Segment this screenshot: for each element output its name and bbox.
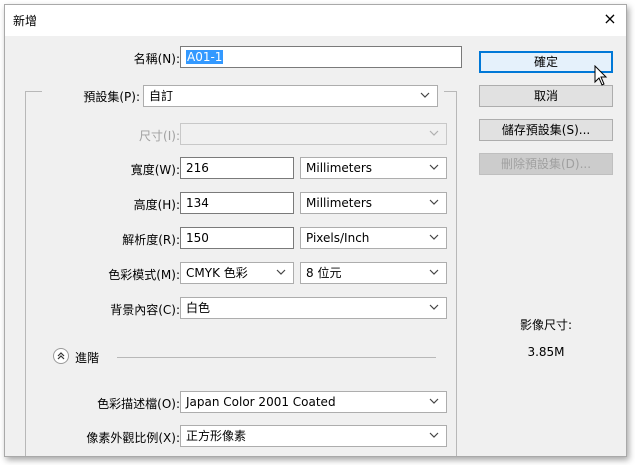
chevron-down-icon (429, 158, 441, 178)
new-document-dialog: 新增 × 名稱(N): A01-1 預設集(P): 自訂 尺寸(I): 寬度(W… (4, 4, 627, 457)
close-button[interactable]: × (598, 7, 622, 31)
chevron-down-icon (429, 193, 441, 213)
title-bar[interactable]: 新增 × (5, 5, 626, 36)
color-profile-dropdown[interactable]: Japan Color 2001 Coated (180, 391, 447, 413)
preset-dropdown[interactable]: 自訂 (143, 85, 438, 107)
advanced-separator (117, 357, 436, 358)
size-dropdown (180, 123, 447, 145)
color-profile-value: Japan Color 2001 Coated (186, 395, 336, 409)
pixel-aspect-value: 正方形像素 (186, 429, 247, 443)
width-unit-value: Millimeters (306, 161, 373, 175)
background-value: 白色 (186, 301, 211, 315)
width-field[interactable]: 216 (180, 157, 294, 179)
preset-frame-top-left (25, 91, 42, 92)
name-label: 名稱(N): (133, 52, 180, 66)
size-label: 尺寸(I): (139, 129, 180, 143)
chevron-down-icon (429, 228, 441, 248)
advanced-toggle-button[interactable] (53, 348, 69, 364)
chevron-down-icon (429, 298, 441, 318)
window-title: 新增 (13, 14, 38, 28)
resolution-field[interactable]: 150 (180, 227, 294, 249)
bit-depth-dropdown[interactable]: 8 位元 (300, 262, 447, 284)
chevron-down-icon (429, 392, 441, 412)
cancel-button[interactable]: 取消 (479, 85, 613, 107)
image-size-value: 3.85M (527, 345, 565, 359)
dialog-body: 名稱(N): A01-1 預設集(P): 自訂 尺寸(I): 寬度(W): 21… (5, 36, 626, 456)
height-unit-dropdown[interactable]: Millimeters (300, 192, 447, 214)
chevron-down-icon (420, 86, 432, 106)
chevron-down-icon (276, 263, 288, 283)
preset-frame-right (456, 91, 457, 456)
delete-preset-button: 刪除預設集(D)... (479, 153, 613, 175)
resolution-unit-dropdown[interactable]: Pixels/Inch (300, 227, 447, 249)
resolution-unit-value: Pixels/Inch (306, 231, 370, 245)
color-mode-label: 色彩模式(M): (108, 268, 180, 282)
height-label: 高度(H): (133, 198, 180, 212)
resolution-label: 解析度(R): (122, 233, 180, 247)
name-field[interactable]: A01-1 (180, 46, 462, 68)
name-value: A01-1 (186, 50, 224, 64)
width-unit-dropdown[interactable]: Millimeters (300, 157, 447, 179)
chevron-down-icon (429, 263, 441, 283)
pixel-aspect-label: 像素外觀比例(X): (86, 431, 180, 445)
mouse-pointer-icon (594, 65, 608, 86)
chevron-down-icon (429, 124, 441, 144)
background-label: 背景內容(C): (110, 303, 180, 317)
height-field[interactable]: 134 (180, 192, 294, 214)
bit-depth-value: 8 位元 (306, 266, 342, 280)
advanced-label: 進階 (75, 351, 100, 365)
width-label: 寬度(W): (130, 163, 180, 177)
color-mode-value: CMYK 色彩 (186, 266, 248, 280)
chevron-down-icon (429, 426, 441, 446)
image-size-label: 影像尺寸: (519, 318, 573, 332)
height-unit-value: Millimeters (306, 196, 373, 210)
preset-label: 預設集(P): (83, 90, 140, 104)
double-chevron-up-icon (57, 352, 65, 360)
ok-button[interactable]: 確定 (479, 51, 613, 73)
pixel-aspect-dropdown[interactable]: 正方形像素 (180, 425, 447, 447)
preset-frame-left (25, 91, 26, 456)
save-preset-button[interactable]: 儲存預設集(S)... (479, 119, 613, 141)
color-mode-dropdown[interactable]: CMYK 色彩 (180, 262, 294, 284)
color-profile-label: 色彩描述檔(O): (97, 397, 180, 411)
preset-value: 自訂 (149, 89, 174, 103)
background-dropdown[interactable]: 白色 (180, 297, 447, 319)
